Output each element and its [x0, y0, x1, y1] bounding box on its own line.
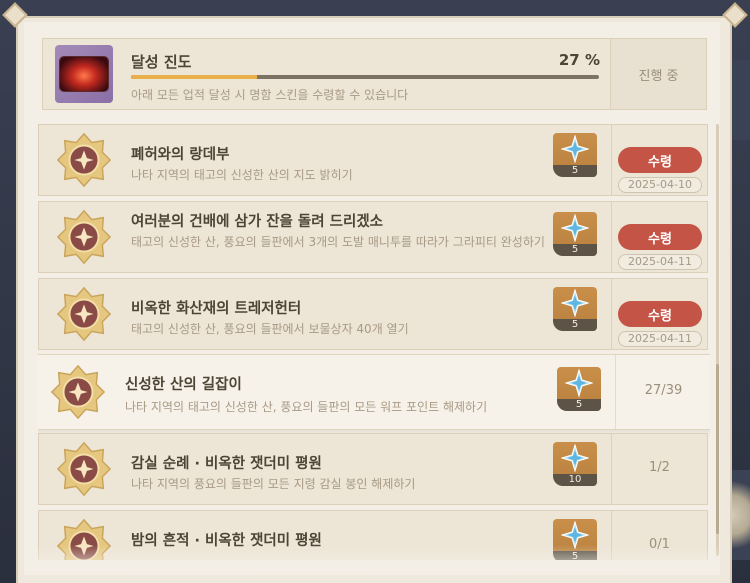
- achievement-emblem-icon: [56, 132, 112, 188]
- achievement-progress-count: 27/39: [644, 383, 683, 398]
- primogem-icon: [565, 369, 593, 397]
- reward-item[interactable]: 5: [553, 133, 597, 177]
- achievement-description: 나타 지역의 태고의 신성한 산, 풍요의 들판의 모든 워프 포인트 해제하기: [125, 400, 488, 414]
- achievement-row-main: 폐허와의 랑데부 나타 지역의 태고의 신성한 산의 지도 밝히기 5: [39, 125, 611, 195]
- list-bottom-fade: [24, 545, 720, 575]
- achievement-row-main: 여러분의 건배에 삼가 잔을 돌려 드리겠소 태고의 신성한 산, 풍요의 들판…: [39, 202, 611, 272]
- progress-bar-fill: [131, 75, 258, 79]
- progress-bar: [131, 75, 599, 79]
- achievement-row-action: 수령 2025-04-10: [611, 125, 707, 195]
- scrollbar-thumb[interactable]: [716, 364, 719, 534]
- list-scrollbar[interactable]: [716, 124, 719, 556]
- achievement-emblem-icon: [56, 209, 112, 265]
- completion-date: 2025-04-11: [618, 331, 702, 347]
- achievement-row-action: 수령 2025-04-11: [611, 202, 707, 272]
- achievement-row-main: 감실 순례 · 비옥한 잿더미 평원 나타 지역의 풍요의 들판의 모든 지령 …: [39, 434, 611, 504]
- achievement-title: 여러분의 건배에 삼가 잔을 돌려 드리겠소: [131, 214, 384, 230]
- achievement-row: 비옥한 화산재의 트레저헌터 태고의 신성한 산, 풍요의 들판에서 보물상자 …: [38, 278, 708, 350]
- progress-description: 아래 모든 업적 달성 시 명함 스킨을 수령할 수 있습니다: [131, 88, 409, 102]
- achievement-row: 여러분의 건배에 삼가 잔을 돌려 드리겠소 태고의 신성한 산, 풍요의 들판…: [38, 201, 708, 273]
- achievement-title: 비옥한 화산재의 트레저헌터: [131, 301, 302, 317]
- achievement-title: 신성한 산의 길잡이: [125, 377, 242, 393]
- primogem-icon: [561, 214, 589, 242]
- achievement-emblem-icon: [56, 286, 112, 342]
- claim-button[interactable]: 수령: [618, 147, 702, 173]
- achievement-description: 나타 지역의 태고의 신성한 산의 지도 밝히기: [131, 168, 353, 182]
- achievement-description: 태고의 신성한 산, 풍요의 들판에서 보물상자 40개 열기: [131, 322, 409, 336]
- achievement-row: 감실 순례 · 비옥한 잿더미 평원 나타 지역의 풍요의 들판의 모든 지령 …: [38, 433, 708, 505]
- reward-count: 5: [553, 319, 597, 331]
- namecard-icon: [55, 45, 113, 103]
- primogem-icon: [561, 135, 589, 163]
- progress-card-main: 달성 진도 27 % 아래 모든 업적 달성 시 명함 스킨을 수령할 수 있습…: [43, 39, 610, 109]
- reward-count: 5: [553, 165, 597, 177]
- reward-item[interactable]: 10: [553, 442, 597, 486]
- reward-count: 5: [557, 399, 601, 411]
- achievement-list[interactable]: 폐허와의 랑데부 나타 지역의 태고의 신성한 산의 지도 밝히기 5 수령 2…: [38, 120, 710, 560]
- reward-count: 5: [553, 244, 597, 256]
- primogem-icon: [561, 444, 589, 472]
- reward-item[interactable]: 5: [553, 287, 597, 331]
- achievement-row-main: 비옥한 화산재의 트레저헌터 태고의 신성한 산, 풍요의 들판에서 보물상자 …: [39, 279, 611, 349]
- achievement-description: 나타 지역의 풍요의 들판의 모든 지령 감실 봉인 해제하기: [131, 477, 416, 491]
- claim-button[interactable]: 수령: [618, 301, 702, 327]
- achievement-progress-count: 1/2: [649, 460, 670, 475]
- progress-status: 진행 중: [610, 39, 706, 109]
- reward-item[interactable]: 5: [557, 367, 601, 411]
- achievement-emblem-icon: [56, 441, 112, 497]
- completion-date: 2025-04-10: [618, 177, 702, 193]
- completion-date: 2025-04-11: [618, 254, 702, 270]
- achievement-row-action: 27/39: [615, 355, 710, 429]
- reward-count: 10: [553, 474, 597, 486]
- achievement-row-action: 1/2: [611, 434, 707, 504]
- achievement-row-action: 수령 2025-04-11: [611, 279, 707, 349]
- primogem-icon: [561, 289, 589, 317]
- progress-percent: 27 %: [558, 51, 600, 69]
- achievement-progress-card: 달성 진도 27 % 아래 모든 업적 달성 시 명함 스킨을 수령할 수 있습…: [42, 38, 707, 110]
- achievement-title: 폐허와의 랑데부: [131, 147, 230, 163]
- reward-item[interactable]: 5: [553, 212, 597, 256]
- claim-button[interactable]: 수령: [618, 224, 702, 250]
- achievement-description: 태고의 신성한 산, 풍요의 들판에서 3개의 도발 매니투를 따라가 그라피티…: [131, 235, 545, 249]
- progress-title: 달성 진도: [131, 53, 192, 71]
- achievement-title: 감실 순례 · 비옥한 잿더미 평원: [131, 456, 322, 472]
- achievement-row-selected[interactable]: 신성한 산의 길잡이 나타 지역의 태고의 신성한 산, 풍요의 들판의 모든 …: [38, 354, 710, 430]
- achievement-emblem-icon: [50, 364, 106, 420]
- achievement-row: 폐허와의 랑데부 나타 지역의 태고의 신성한 산의 지도 밝히기 5 수령 2…: [38, 124, 708, 196]
- achievement-row-main: 신성한 산의 길잡이 나타 지역의 태고의 신성한 산, 풍요의 들판의 모든 …: [38, 355, 615, 429]
